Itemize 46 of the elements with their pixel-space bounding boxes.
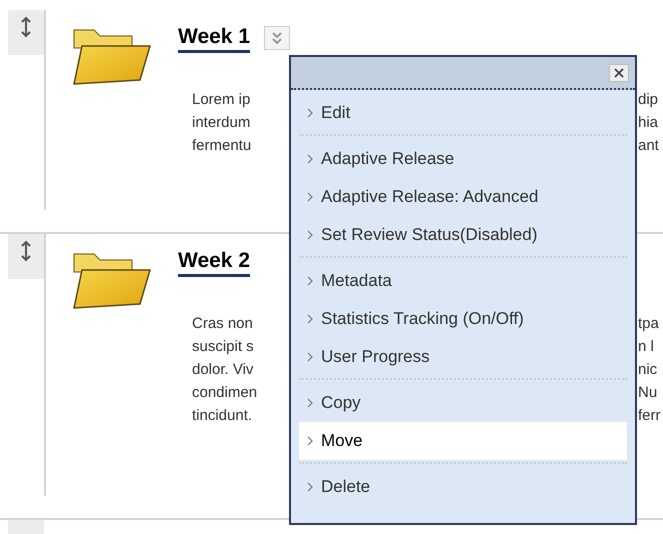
folder-title-link[interactable]: Week 1 <box>178 24 250 53</box>
description-text: condimen <box>192 383 258 403</box>
menu-item[interactable]: Delete <box>299 468 627 506</box>
folder-title-link[interactable]: Week 2 <box>178 248 250 277</box>
menu-item[interactable]: Move <box>299 422 627 460</box>
description-text: tpa <box>638 314 659 334</box>
description-text: Lorem ip <box>192 90 250 110</box>
menu-item[interactable]: Copy <box>299 384 627 422</box>
vertical-arrows-icon <box>20 16 32 38</box>
chevron-icon <box>307 398 313 408</box>
chevron-icon <box>307 108 313 118</box>
close-button[interactable] <box>609 64 629 82</box>
menu-item[interactable]: Edit <box>299 94 627 132</box>
close-icon <box>614 68 624 78</box>
chevron-icon <box>307 192 313 202</box>
description-text: suscipit s <box>192 337 254 357</box>
chevron-icon <box>307 314 313 324</box>
description-text: fermentu <box>192 136 252 156</box>
menu-item[interactable]: Metadata <box>299 262 627 300</box>
chevron-icon <box>307 482 313 492</box>
menu-item[interactable]: Adaptive Release: Advanced <box>299 178 627 216</box>
menu-item[interactable]: Statistics Tracking (On/Off) <box>299 300 627 338</box>
description-text: nic <box>638 360 658 380</box>
menu-item[interactable]: User Progress <box>299 338 627 376</box>
menu-item[interactable]: Set Review Status(Disabled) <box>299 216 627 254</box>
chevron-icon <box>307 230 313 240</box>
vertical-arrows-icon <box>20 240 32 262</box>
description-text: interdum <box>192 113 250 133</box>
options-button[interactable] <box>264 26 290 50</box>
description-text: dolor. Viv <box>192 360 254 380</box>
drag-handle[interactable] <box>8 10 44 55</box>
description-text: tincidunt. <box>192 406 252 426</box>
chevron-icon <box>307 154 313 164</box>
description-text: Nu <box>638 383 658 403</box>
description-text: hia <box>638 113 658 133</box>
menu-item[interactable]: Adaptive Release <box>299 140 627 178</box>
description-text: Cras non <box>192 314 253 334</box>
description-text: n l <box>638 337 654 357</box>
description-text: ferr <box>638 406 660 426</box>
chevron-icon <box>307 352 313 362</box>
description-text: dip <box>638 90 658 110</box>
description-text: ant <box>638 136 659 156</box>
double-chevron-icon <box>271 31 283 45</box>
chevron-icon <box>307 276 313 286</box>
drag-handle[interactable] <box>8 234 44 279</box>
chevron-icon <box>307 436 313 446</box>
